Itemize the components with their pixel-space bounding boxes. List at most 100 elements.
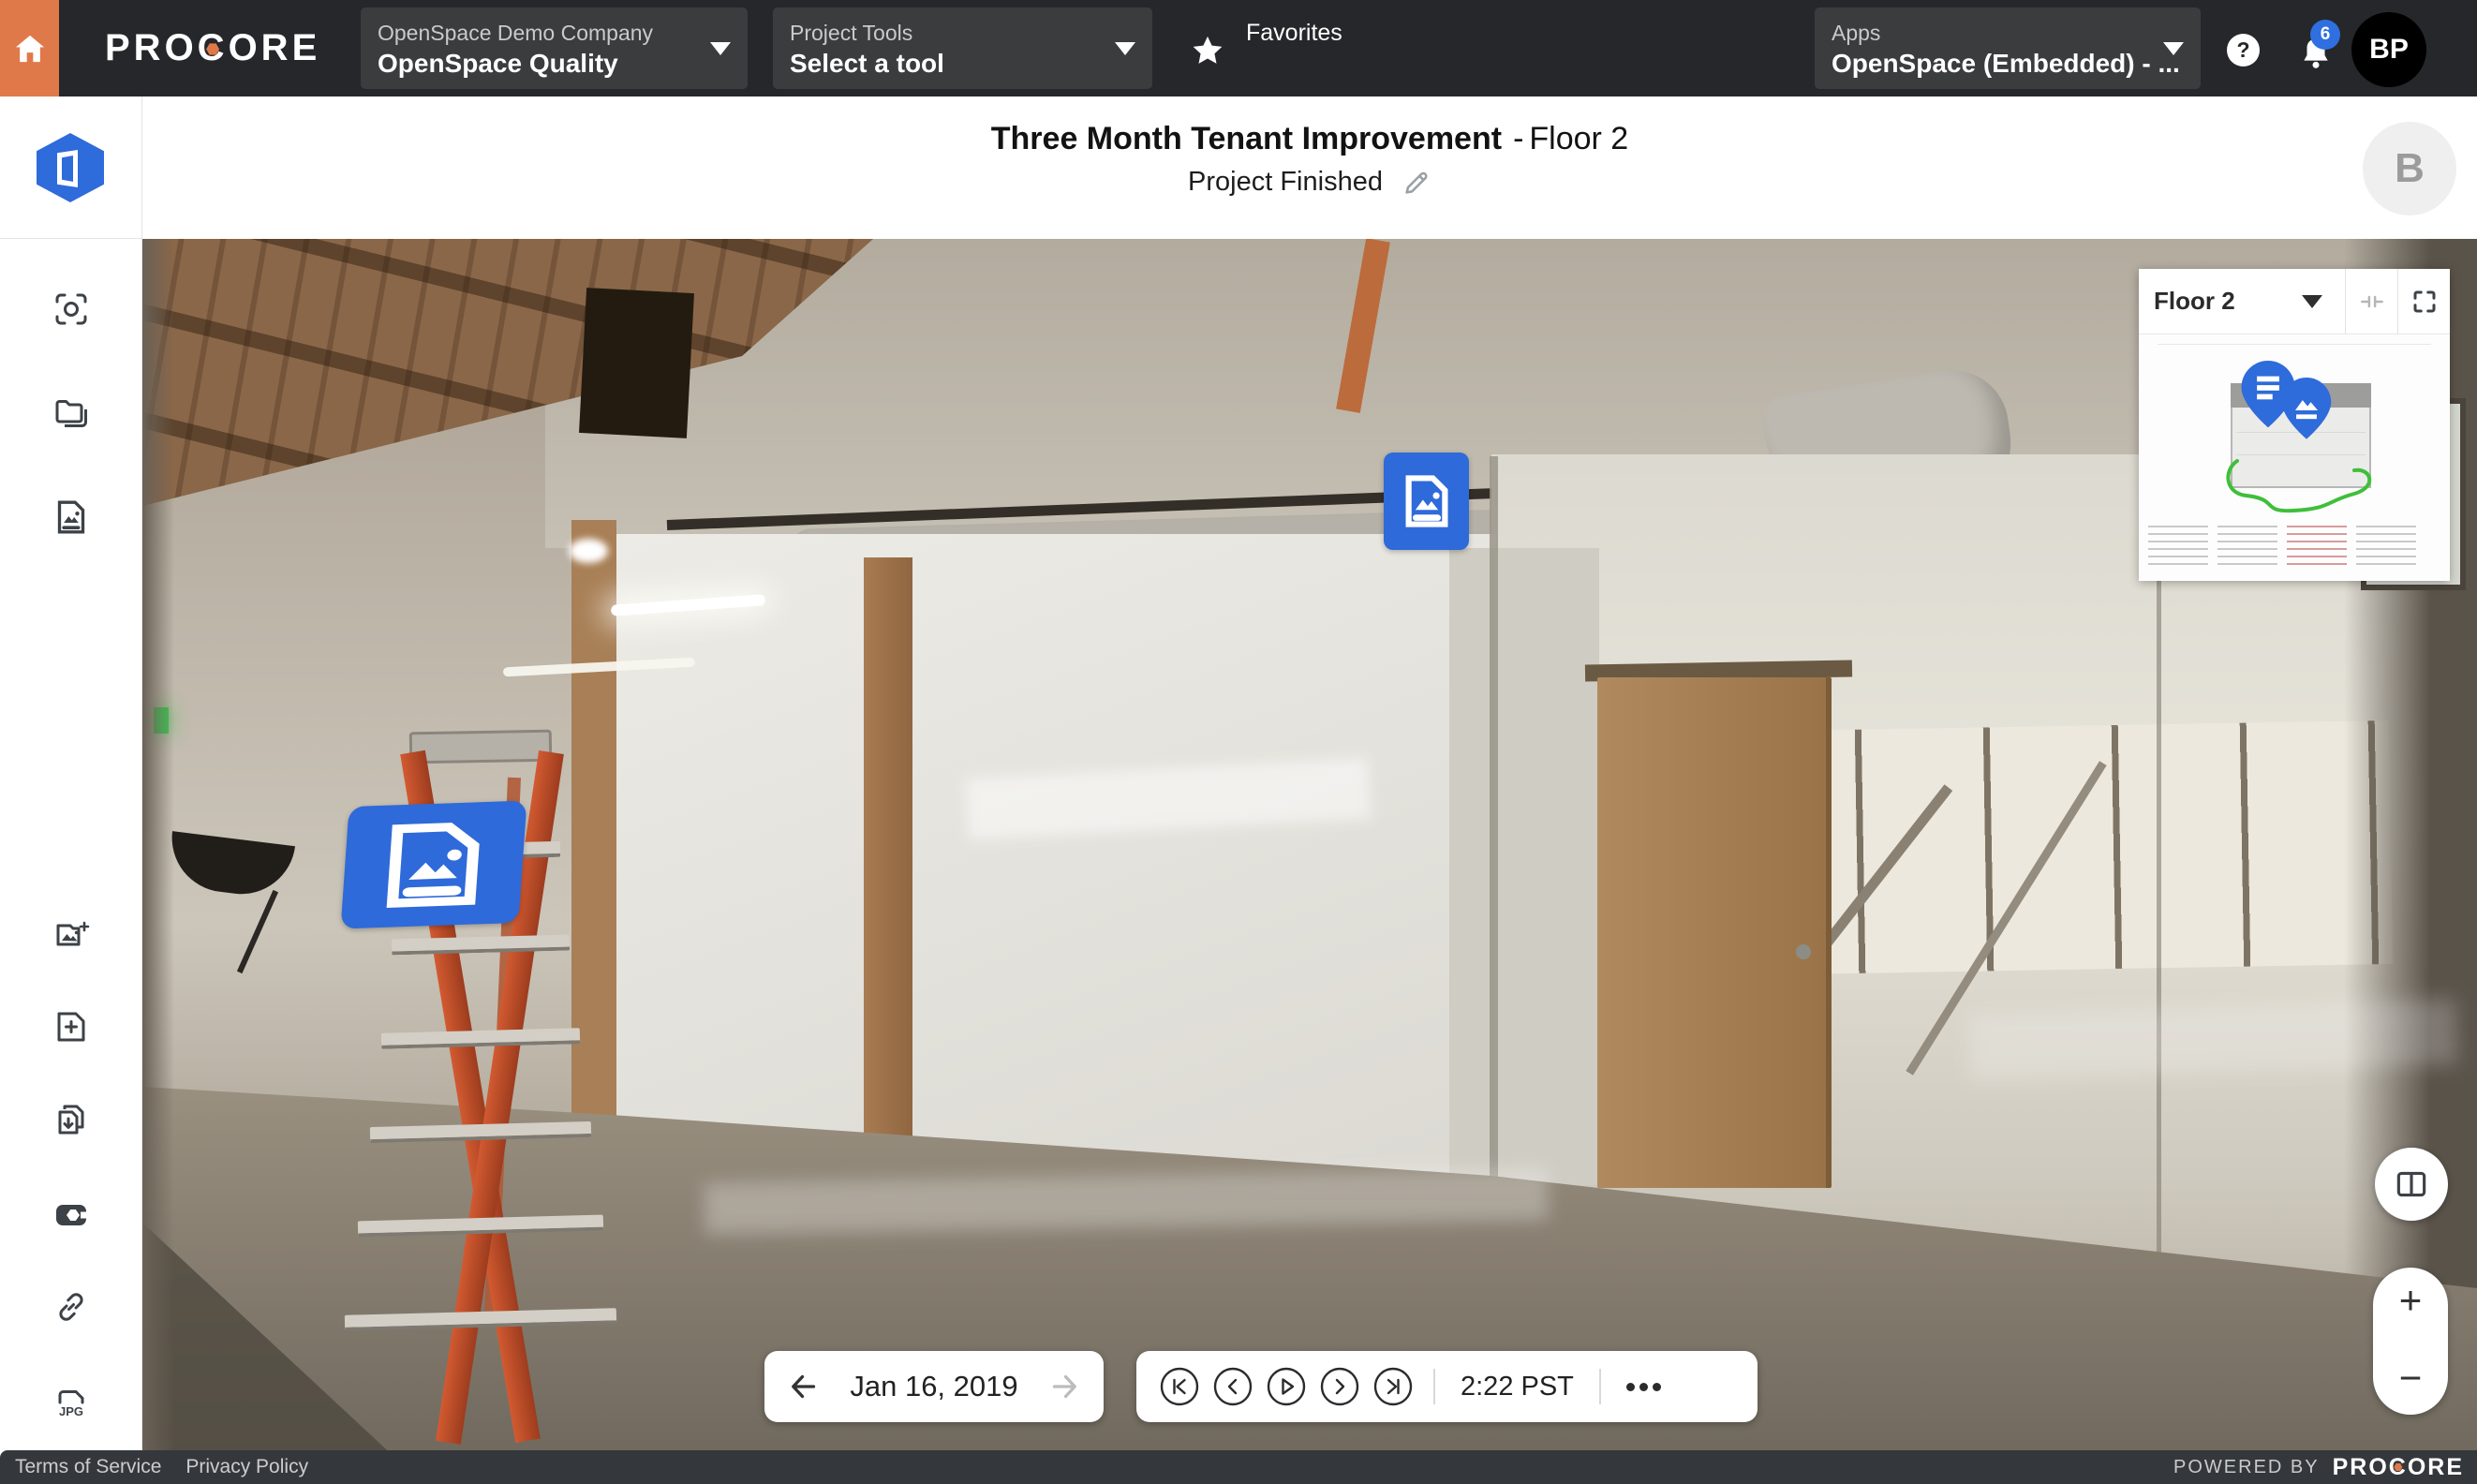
minimap-titleblock: [2287, 526, 2347, 571]
photo-note-marker-2[interactable]: [340, 800, 527, 929]
footer-links: Terms of Service Privacy Policy: [15, 1456, 308, 1478]
minimap-titleblock: [2356, 526, 2416, 571]
photo-docs-button[interactable]: [52, 498, 90, 536]
play-button[interactable]: [1266, 1366, 1307, 1407]
minimap-panel: Floor 2: [2139, 269, 2450, 581]
share-link-button[interactable]: [52, 1288, 90, 1326]
photo-left-edge: [142, 239, 174, 1484]
privacy-policy-link[interactable]: Privacy Policy: [185, 1456, 308, 1478]
top-navigation-bar: PROCORE OpenSpace Demo Company OpenSpace…: [0, 0, 2477, 96]
openspace-logo[interactable]: [37, 133, 104, 202]
photo-shaded-wall: [1449, 548, 1599, 1185]
project-title-bar: Three Month Tenant Improvement - Floor 2 P…: [142, 96, 2477, 239]
company-selector-value: OpenSpace Quality: [378, 49, 618, 78]
collapse-icon: [2360, 295, 2383, 307]
chevron-down-icon: [1115, 41, 1135, 55]
export-copy-button[interactable]: [52, 1101, 90, 1138]
user-avatar[interactable]: BP: [2351, 12, 2426, 87]
image-document-icon: [386, 823, 480, 908]
powered-by-label: POWERED BY: [2173, 1456, 2320, 1477]
apps-dropdown[interactable]: Apps OpenSpace (Embedded) - ...: [1815, 7, 2201, 89]
previous-date-arrow[interactable]: [787, 1370, 821, 1403]
current-date[interactable]: Jan 16, 2019: [850, 1370, 1017, 1403]
minimap-floorplan[interactable]: [2139, 334, 2450, 580]
zoom-out-button[interactable]: −: [2399, 1358, 2423, 1398]
project-tools-dropdown[interactable]: Project Tools Select a tool: [773, 7, 1152, 89]
skip-to-first-button[interactable]: [1159, 1366, 1200, 1407]
procore-c-icon: [56, 1205, 86, 1225]
footer-branding: POWERED BY PROCORE: [2173, 1454, 2464, 1481]
company-selector-dropdown[interactable]: OpenSpace Demo Company OpenSpace Quality: [361, 7, 748, 89]
procore-logo[interactable]: PROCORE: [105, 0, 320, 96]
minimap-titleblock: [2148, 526, 2208, 571]
chevron-down-icon: [2163, 41, 2184, 55]
collaborator-initial: B: [2395, 145, 2425, 191]
more-options-button[interactable]: [1625, 1382, 1661, 1391]
photo-ladder-step: [369, 1120, 592, 1144]
minimap-floor-label: Floor 2: [2154, 287, 2235, 315]
company-selector-label: OpenSpace Demo Company: [378, 21, 654, 45]
step-forward-button[interactable]: [1319, 1366, 1360, 1407]
terms-of-service-link[interactable]: Terms of Service: [15, 1456, 161, 1478]
star-icon: [1193, 36, 1223, 64]
add-file-button[interactable]: [52, 1008, 90, 1046]
openspace-logo-door: [57, 150, 78, 187]
capture-time: 2:22 PST: [1461, 1371, 1574, 1402]
project-title-text: Three Month Tenant Improvement: [990, 121, 1503, 156]
step-back-button[interactable]: [1212, 1366, 1253, 1407]
minimap-header: Floor 2: [2139, 269, 2450, 334]
project-tools-label: Project Tools: [790, 21, 913, 45]
next-date-arrow[interactable]: [1047, 1370, 1081, 1403]
photo-ladder-step: [344, 1308, 617, 1331]
collaborator-avatar[interactable]: B: [2363, 122, 2456, 215]
notification-count-badge[interactable]: 6: [2310, 20, 2340, 50]
help-button[interactable]: ?: [2227, 34, 2260, 67]
playback-controls: 2:22 PST: [1136, 1351, 1758, 1422]
edit-pencil-icon[interactable]: [1402, 168, 1431, 198]
split-view-button[interactable]: [2375, 1148, 2448, 1221]
procore-sync-button[interactable]: [52, 1196, 90, 1234]
zoom-in-button[interactable]: +: [2399, 1281, 2423, 1320]
skip-to-last-button[interactable]: [1372, 1366, 1414, 1407]
minimap-floor-selector[interactable]: Floor 2: [2139, 269, 2345, 334]
image-add-icon: [56, 921, 90, 946]
minimap-photo-pin[interactable]: [2281, 378, 2332, 443]
chevron-down-icon: [710, 41, 731, 55]
image-document-icon: [1405, 475, 1447, 527]
add-image-button[interactable]: [52, 917, 90, 955]
home-button[interactable]: [0, 0, 59, 96]
divider: [1598, 1369, 1601, 1404]
help-question-glyph: ?: [2236, 37, 2250, 62]
home-icon: [15, 35, 44, 62]
user-initials: BP: [2369, 34, 2409, 65]
photo-ladder-step: [391, 934, 571, 956]
file-plus-icon: [57, 1012, 85, 1042]
capture-tool-button[interactable]: [52, 290, 90, 328]
project-status-text: Project Finished: [1188, 167, 1383, 197]
minimap-expand-button[interactable]: [2397, 269, 2450, 334]
split-view-icon: [2396, 1171, 2426, 1197]
fullscreen-icon: [2413, 290, 2435, 312]
apps-dropdown-label: Apps: [1832, 21, 1881, 45]
photo-ladder-step: [357, 1214, 604, 1238]
link-icon: [59, 1293, 83, 1321]
photo-dark-beam: [579, 288, 694, 438]
panorama-viewer[interactable]: Floor 2 + − Jan 16, 2019 2:22 PST: [142, 239, 2477, 1484]
folders-icon: [55, 400, 87, 427]
minimap-collapse-button[interactable]: [2345, 269, 2397, 334]
title-separator: -: [1513, 121, 1524, 156]
zoom-controls: + −: [2373, 1268, 2448, 1415]
date-navigator: Jan 16, 2019: [764, 1351, 1104, 1422]
jpg-file-icon: JPG: [58, 1390, 84, 1418]
project-tools-value: Select a tool: [790, 49, 944, 78]
favorites-label[interactable]: Favorites: [1246, 20, 1342, 47]
photo-light-glow: [569, 539, 608, 563]
photo-note-marker-1[interactable]: [1384, 453, 1469, 550]
projects-button[interactable]: [52, 393, 90, 431]
chevron-down-icon: [2302, 294, 2322, 308]
download-jpg-button[interactable]: JPG: [52, 1385, 90, 1422]
photo-door-handle: [1796, 944, 1811, 959]
minimap-titleblock: [2217, 526, 2277, 571]
favorites-star-button[interactable]: [1190, 34, 1225, 74]
photo-ladder-top: [408, 729, 553, 764]
